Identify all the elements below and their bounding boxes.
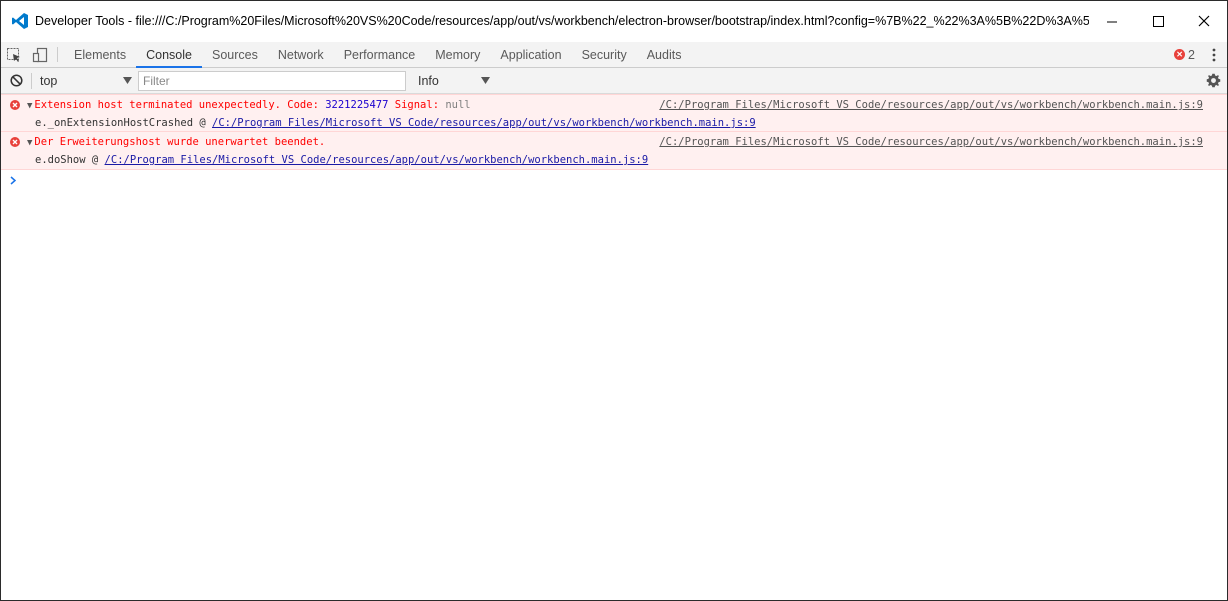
dropdown-arrow-icon <box>481 77 490 84</box>
inspect-cursor-icon <box>7 47 20 62</box>
console-toolbar: top Info <box>1 68 1227 94</box>
tab-audits[interactable]: Audits <box>637 42 692 67</box>
error-icon <box>10 100 20 110</box>
stack-trace-line: e._onExtensionHostCrashed @ /C:/Program … <box>35 117 756 129</box>
stack-function: e._onExtensionHostCrashed @ <box>35 117 213 129</box>
expand-triangle-icon[interactable]: ▼ <box>27 101 32 111</box>
clear-console-icon <box>9 74 23 87</box>
stack-trace-line: e.doShow @ /C:/Program Files/Microsoft V… <box>35 154 648 166</box>
stack-function: e.doShow @ <box>35 154 105 166</box>
close-icon <box>1198 15 1210 27</box>
tab-separator <box>57 47 58 62</box>
console-messages: ▼ Extension host terminated unexpectedly.… <box>1 94 1227 190</box>
minimize-button[interactable] <box>1089 1 1135 41</box>
devtools-tab-bar: Elements Console Sources Network Perform… <box>1 42 1227 68</box>
inspect-element-button[interactable] <box>1 42 27 67</box>
chevron-right-icon <box>10 175 16 185</box>
close-button[interactable] <box>1181 1 1227 41</box>
error-text[interactable]: ▼ Der Erweiterungshost wurde unerwartet b… <box>27 136 325 148</box>
source-link[interactable]: /C:/Program Files/Microsoft VS Code/reso… <box>659 99 1203 111</box>
devtools-window: Developer Tools - file:///C:/Program%20F… <box>0 0 1228 601</box>
gear-icon <box>1206 73 1220 88</box>
exit-code: 3221225477 <box>325 99 389 111</box>
minimize-icon <box>1106 21 1117 22</box>
log-level-value: Info <box>418 73 439 88</box>
filter-input[interactable] <box>138 70 406 91</box>
window-controls <box>1089 1 1227 41</box>
console-error-message: ▼ Extension host terminated unexpectedly.… <box>1 94 1227 132</box>
source-link[interactable]: /C:/Program Files/Microsoft VS Code/reso… <box>659 136 1203 148</box>
log-level-selector[interactable]: Info <box>410 74 490 88</box>
title-bar: Developer Tools - file:///C:/Program%20F… <box>1 1 1227 42</box>
tab-performance[interactable]: Performance <box>334 42 426 67</box>
expand-triangle-icon[interactable]: ▼ <box>27 138 32 148</box>
tab-sources[interactable]: Sources <box>202 42 268 67</box>
tab-network[interactable]: Network <box>268 42 334 67</box>
device-toolbar-button[interactable] <box>27 42 53 67</box>
tab-application[interactable]: Application <box>490 42 571 67</box>
more-vertical-icon <box>1212 48 1216 61</box>
console-prompt[interactable] <box>1 170 1227 190</box>
clear-console-button[interactable] <box>1 74 31 87</box>
context-value: top <box>40 73 58 88</box>
error-text[interactable]: ▼ Extension host terminated unexpectedly.… <box>27 99 471 111</box>
context-selector[interactable]: top <box>32 74 132 88</box>
signal-label: Signal: <box>394 99 446 111</box>
tab-security[interactable]: Security <box>572 42 637 67</box>
maximize-button[interactable] <box>1135 1 1181 41</box>
tab-elements[interactable]: Elements <box>64 42 136 67</box>
stack-trace-link[interactable]: /C:/Program Files/Microsoft VS Code/reso… <box>212 117 756 129</box>
tab-memory[interactable]: Memory <box>425 42 490 67</box>
vscode-logo-icon <box>12 13 28 29</box>
tab-console[interactable]: Console <box>136 42 202 68</box>
signal-value: null <box>445 99 471 111</box>
device-mode-icon <box>32 47 48 62</box>
devtools-menu-button[interactable] <box>1201 42 1227 67</box>
error-icon: ✕ <box>1174 49 1186 60</box>
dropdown-arrow-icon <box>123 77 132 84</box>
console-settings-button[interactable] <box>1199 73 1227 88</box>
maximize-icon <box>1152 15 1164 27</box>
window-title: Developer Tools - file:///C:/Program%20F… <box>35 14 1089 28</box>
error-counter[interactable]: ✕ 2 <box>1168 42 1201 67</box>
error-icon <box>10 137 20 147</box>
stack-trace-link[interactable]: /C:/Program Files/Microsoft VS Code/reso… <box>105 154 649 166</box>
error-count: 2 <box>1188 47 1195 62</box>
console-error-message: ▼ Der Erweiterungshost wurde unerwartet b… <box>1 132 1227 170</box>
